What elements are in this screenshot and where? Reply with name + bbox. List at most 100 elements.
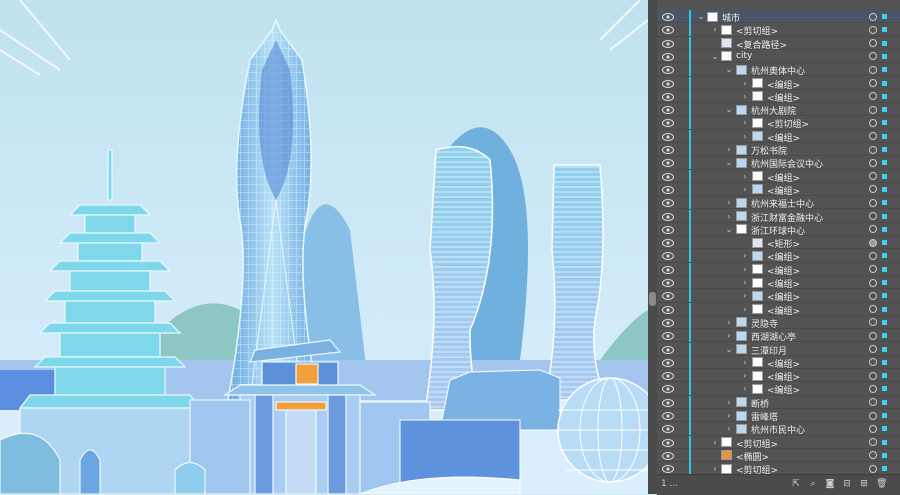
layer-row[interactable]: › <编组> bbox=[657, 129, 900, 144]
layer-row[interactable]: ⌄ 杭州国际会议中心 bbox=[657, 156, 900, 170]
visibility-eye-icon[interactable] bbox=[662, 265, 674, 274]
layer-row[interactable]: ⌄ 杭州奥体中心 bbox=[657, 63, 900, 77]
chevron-down-icon[interactable]: ⌄ bbox=[697, 13, 705, 21]
layer-label[interactable]: <编组> bbox=[767, 357, 800, 370]
layer-row[interactable]: › <编组> bbox=[657, 89, 900, 104]
lock-toggle[interactable] bbox=[677, 158, 685, 168]
layer-label[interactable]: <编组> bbox=[767, 264, 800, 277]
layer-label[interactable]: <编组> bbox=[767, 290, 800, 303]
chevron-down-icon[interactable]: ⌄ bbox=[725, 106, 733, 114]
layer-row[interactable]: › <编组> bbox=[657, 249, 900, 263]
lock-toggle[interactable] bbox=[677, 398, 685, 408]
visibility-eye-icon[interactable] bbox=[662, 92, 674, 101]
layer-label[interactable]: 西湖湖心亭 bbox=[751, 330, 796, 343]
selection-indicator[interactable] bbox=[882, 280, 887, 285]
chevron-right-icon[interactable]: › bbox=[711, 465, 719, 473]
layer-row[interactable]: ⌄ 城市 bbox=[657, 10, 900, 24]
selection-indicator[interactable] bbox=[882, 306, 887, 312]
visibility-eye-icon[interactable] bbox=[662, 385, 674, 394]
layer-label[interactable]: 三潭印月 bbox=[751, 344, 787, 357]
selection-indicator[interactable] bbox=[882, 346, 887, 352]
visibility-eye-icon[interactable] bbox=[662, 52, 674, 61]
layer-row[interactable]: › <编组> bbox=[657, 382, 900, 396]
chevron-right-icon[interactable]: › bbox=[741, 279, 749, 287]
visibility-eye-icon[interactable] bbox=[662, 305, 674, 314]
layer-row[interactable]: › <编组> bbox=[657, 169, 900, 184]
chevron-right-icon[interactable]: › bbox=[741, 292, 749, 300]
layer-row[interactable]: › 万松书院 bbox=[657, 143, 900, 157]
layer-row[interactable]: › <编组> bbox=[657, 369, 900, 383]
chevron-right-icon[interactable]: › bbox=[741, 79, 749, 88]
target-circle-icon[interactable] bbox=[869, 158, 877, 167]
target-circle-icon[interactable] bbox=[869, 411, 877, 420]
lock-toggle[interactable] bbox=[677, 79, 685, 89]
target-circle-icon[interactable] bbox=[869, 132, 877, 141]
lock-toggle[interactable] bbox=[677, 118, 685, 128]
layer-row[interactable]: ⌄ 杭州大剧院 bbox=[657, 103, 900, 117]
lock-toggle[interactable] bbox=[677, 238, 685, 248]
target-circle-icon[interactable] bbox=[869, 12, 877, 21]
target-circle-icon[interactable] bbox=[869, 25, 877, 34]
visibility-eye-icon[interactable] bbox=[662, 358, 674, 367]
selection-indicator[interactable] bbox=[882, 413, 887, 418]
target-circle-icon[interactable] bbox=[869, 251, 877, 260]
selection-indicator[interactable] bbox=[882, 93, 887, 99]
layer-row[interactable]: › <编组> bbox=[657, 182, 900, 197]
layer-row[interactable]: ⌄ city bbox=[657, 49, 900, 64]
layer-label[interactable]: 万松书院 bbox=[751, 144, 787, 157]
lock-toggle[interactable] bbox=[677, 92, 685, 102]
layer-label[interactable]: 杭州市民中心 bbox=[751, 423, 805, 436]
visibility-eye-icon[interactable] bbox=[662, 252, 674, 261]
trash-icon[interactable]: 🗑 bbox=[876, 479, 887, 489]
visibility-eye-icon[interactable] bbox=[662, 398, 674, 407]
chevron-right-icon[interactable]: › bbox=[741, 185, 749, 194]
search-icon[interactable]: ⌕ bbox=[808, 479, 818, 489]
selection-indicator[interactable] bbox=[882, 452, 887, 458]
layer-label[interactable]: 城市 bbox=[722, 11, 740, 24]
layer-label[interactable]: 浙江财富金融中心 bbox=[751, 211, 823, 224]
target-circle-icon[interactable] bbox=[869, 145, 877, 154]
lock-toggle[interactable] bbox=[677, 132, 685, 142]
lock-toggle[interactable] bbox=[677, 438, 685, 448]
chevron-right-icon[interactable]: › bbox=[725, 425, 733, 433]
chevron-right-icon[interactable]: › bbox=[725, 332, 733, 340]
selection-indicator[interactable] bbox=[882, 120, 887, 126]
selection-indicator[interactable] bbox=[882, 253, 887, 259]
selection-indicator[interactable] bbox=[882, 373, 887, 379]
selection-indicator[interactable] bbox=[882, 200, 887, 206]
visibility-eye-icon[interactable] bbox=[662, 212, 674, 221]
visibility-eye-icon[interactable] bbox=[662, 425, 674, 434]
target-circle-icon[interactable] bbox=[869, 318, 877, 327]
chevron-right-icon[interactable]: › bbox=[725, 212, 733, 221]
target-circle-icon[interactable] bbox=[869, 172, 877, 181]
layer-row[interactable]: <椭圆> bbox=[657, 448, 900, 463]
visibility-eye-icon[interactable] bbox=[662, 372, 674, 381]
chevron-down-icon[interactable]: ⌄ bbox=[725, 66, 733, 74]
target-circle-icon[interactable] bbox=[869, 305, 877, 314]
layer-label[interactable]: 浙江环球中心 bbox=[751, 224, 805, 237]
selection-indicator[interactable] bbox=[882, 319, 887, 325]
layer-label[interactable]: <复合路径> bbox=[736, 38, 787, 51]
selection-indicator[interactable] bbox=[882, 466, 887, 472]
target-circle-icon[interactable] bbox=[869, 358, 877, 367]
visibility-eye-icon[interactable] bbox=[662, 412, 674, 420]
lock-toggle[interactable] bbox=[677, 424, 685, 434]
visibility-eye-icon[interactable] bbox=[662, 185, 674, 194]
visibility-eye-icon[interactable] bbox=[662, 239, 674, 248]
layer-row[interactable]: › 杭州来福士中心 bbox=[657, 196, 900, 210]
target-circle-icon[interactable] bbox=[869, 198, 877, 207]
clip-mask-icon[interactable]: ◙ bbox=[825, 479, 835, 489]
chevron-right-icon[interactable]: › bbox=[725, 199, 733, 207]
new-layer-icon[interactable]: ⊞ bbox=[859, 479, 869, 489]
chevron-down-icon[interactable]: ⌄ bbox=[711, 52, 719, 61]
layer-label[interactable]: 断桥 bbox=[751, 397, 769, 410]
target-circle-icon[interactable] bbox=[869, 225, 877, 234]
chevron-right-icon[interactable]: › bbox=[725, 412, 733, 420]
target-circle-icon[interactable] bbox=[869, 212, 877, 220]
chevron-right-icon[interactable]: › bbox=[741, 132, 749, 141]
chevron-right-icon[interactable]: › bbox=[741, 92, 749, 101]
visibility-eye-icon[interactable] bbox=[662, 13, 674, 21]
layer-label[interactable]: 雷峰塔 bbox=[751, 410, 778, 423]
layer-label[interactable]: <编组> bbox=[767, 370, 800, 383]
layer-label[interactable]: <椭圆> bbox=[736, 450, 769, 463]
